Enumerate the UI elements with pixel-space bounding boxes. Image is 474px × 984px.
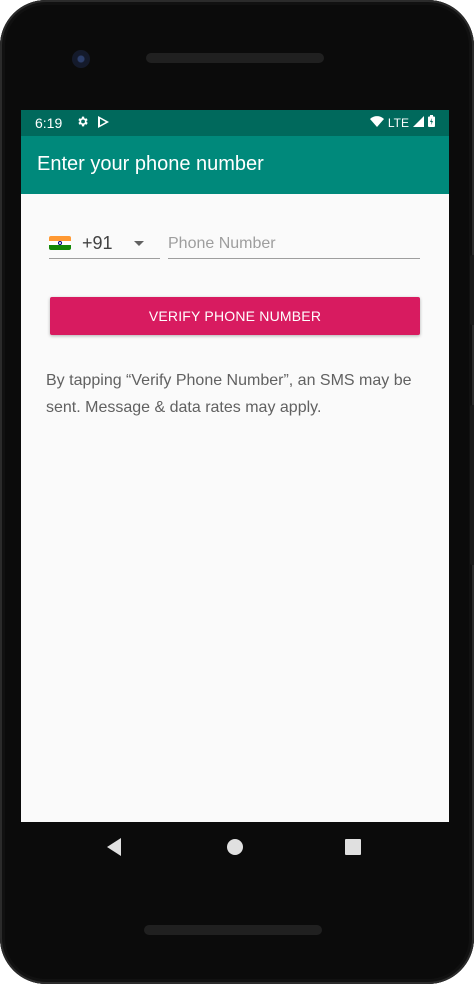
status-time: 6:19 <box>35 115 63 131</box>
status-system-icons: LTE <box>369 115 435 130</box>
network-type-label: LTE <box>387 115 409 130</box>
country-code-label: +91 <box>82 233 113 253</box>
earpiece-speaker <box>146 53 324 63</box>
verify-phone-number-button[interactable]: VERIFY PHONE NUMBER <box>50 297 420 335</box>
country-code-selector[interactable]: +91 <box>49 230 160 259</box>
home-icon[interactable] <box>227 839 243 855</box>
india-flag-icon <box>49 236 71 250</box>
back-icon[interactable] <box>107 838 121 856</box>
app-bar: Enter your phone number <box>21 136 449 194</box>
screen: 6:19 LTE Enter your phone number +91 Pho… <box>21 110 449 822</box>
front-camera <box>72 50 90 68</box>
sms-disclaimer-text: By tapping “Verify Phone Number”, an SMS… <box>46 372 412 416</box>
volume-button <box>470 405 474 565</box>
status-bar: 6:19 LTE <box>21 110 449 136</box>
signal-icon <box>413 115 424 130</box>
page-title: Enter your phone number <box>37 153 264 175</box>
status-notification-icons <box>76 115 109 131</box>
battery-icon <box>428 115 435 130</box>
phone-number-input[interactable] <box>168 230 420 259</box>
dropdown-arrow-icon <box>134 241 144 246</box>
power-button <box>470 255 474 325</box>
phone-frame: 6:19 LTE Enter your phone number +91 Pho… <box>0 0 474 984</box>
navigation-bar <box>0 822 474 872</box>
recents-icon[interactable] <box>345 839 361 855</box>
play-store-icon <box>98 115 109 131</box>
settings-gear-icon <box>76 115 89 131</box>
bottom-speaker <box>144 925 322 935</box>
wifi-icon <box>369 115 384 130</box>
